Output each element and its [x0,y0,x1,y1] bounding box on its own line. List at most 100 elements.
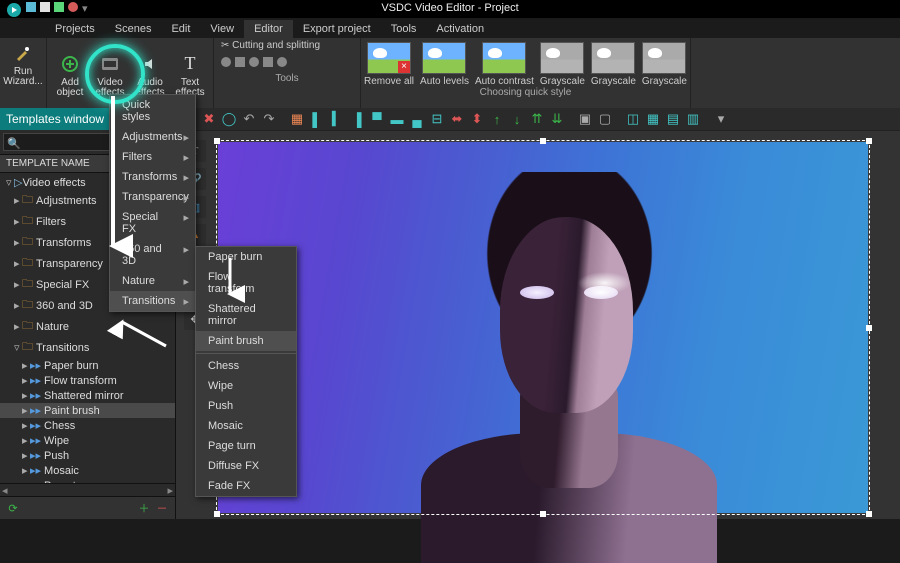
tb-grid-icon[interactable]: ▦ [644,110,662,128]
menu-item[interactable]: Filters▸ [110,147,195,167]
tree-node[interactable]: ▸▸▸Chess [0,418,175,433]
tb-delete-icon[interactable]: ✖ [200,110,218,128]
resize-handle[interactable] [866,138,872,144]
tool-icon[interactable] [263,57,273,67]
tb-align-top-icon[interactable]: ▀ [368,110,386,128]
tb-guides-icon[interactable]: ▤ [664,110,682,128]
tab-tools[interactable]: Tools [381,20,427,38]
tb-front-icon[interactable]: ⇈ [528,110,546,128]
style-grayscale-2[interactable]: Grayscale [591,42,636,87]
menu-item[interactable]: Fade FX [196,476,296,496]
menu-item[interactable]: Flow transform [196,267,296,299]
resize-handle[interactable] [866,511,872,517]
menu-item[interactable]: Paper burn [196,247,296,267]
resize-handle[interactable] [540,511,546,517]
tree-node[interactable]: ▸🗀Nature [0,316,175,337]
tool-icon[interactable] [249,57,259,67]
tb-align-left-icon[interactable]: ▌ [308,110,326,128]
style-auto-levels[interactable]: Auto levels [420,42,469,87]
tb-distribute-icon[interactable]: ⊟ [428,110,446,128]
menu-item[interactable]: Adjustments▸ [110,127,195,147]
refresh-button[interactable]: ⟳ [4,499,22,517]
style-grayscale-1[interactable]: Grayscale [540,42,585,87]
tb-snap-icon[interactable]: ▥ [684,110,702,128]
menu-item[interactable]: Chess [196,356,296,376]
tb-group-icon[interactable]: ▣ [576,110,594,128]
tree-node[interactable]: ▸▸▸Flow transform [0,373,175,388]
resize-handle[interactable] [214,138,220,144]
tool-icon[interactable] [235,57,245,67]
tab-export[interactable]: Export project [293,20,381,38]
add-object-button[interactable]: Add object [50,51,90,98]
menubar: Projects Scenes Edit View Editor Export … [0,18,900,38]
tb-align-mid-icon[interactable]: ▬ [388,110,406,128]
selection-frame[interactable] [216,140,870,515]
tb-ungroup-icon[interactable]: ▢ [596,110,614,128]
menu-item[interactable]: Paint brush [196,331,296,351]
menu-item[interactable]: Page turn [196,436,296,456]
tool-icon[interactable] [221,57,231,67]
tree-node[interactable]: ▸▸▸Push [0,448,175,463]
tab-projects[interactable]: Projects [45,20,105,38]
tb-undo-icon[interactable]: ↶ [240,110,258,128]
remove-template-button[interactable]: － [153,499,171,517]
tb-align-right-icon[interactable]: ▐ [348,110,366,128]
resize-handle[interactable] [540,138,546,144]
resize-handle[interactable] [214,511,220,517]
menu-item[interactable]: 360 and 3D▸ [110,239,195,271]
menu-item[interactable]: Wipe [196,376,296,396]
resize-handle[interactable] [866,325,872,331]
search-icon[interactable]: 🔍 [7,137,21,150]
menu-item[interactable]: Diffuse FX [196,456,296,476]
tb-crop-icon[interactable]: ◫ [624,110,642,128]
menu-item[interactable]: Special FX▸ [110,207,195,239]
tab-edit[interactable]: Edit [161,20,200,38]
style-thumb-icon [591,42,635,74]
tree-node[interactable]: ▿🗀Transitions [0,337,175,358]
tab-editor[interactable]: Editor [244,20,293,38]
tab-view[interactable]: View [200,20,244,38]
scroll-right-icon[interactable]: ▸ [165,484,175,496]
canvas[interactable] [216,140,870,515]
tb-redo-icon[interactable]: ↷ [260,110,278,128]
tab-activation[interactable]: Activation [426,20,494,38]
tab-scenes[interactable]: Scenes [105,20,162,38]
tree-node[interactable]: ▸▸▸Wipe [0,433,175,448]
scroll-left-icon[interactable]: ◂ [0,484,10,496]
menu-item[interactable]: Transparency▸ [110,187,195,207]
style-auto-contrast[interactable]: Auto contrast [475,42,534,87]
video-effects-icon [97,51,123,77]
menu-item[interactable]: Push [196,396,296,416]
video-effects-menu[interactable]: Quick stylesAdjustments▸Filters▸Transfor… [109,94,196,312]
style-remove-all[interactable]: ×Remove all [364,42,414,87]
menu-item[interactable]: Nature▸ [110,271,195,291]
video-effects-button[interactable]: Video effects [90,51,130,98]
tb-align-bottom-icon[interactable]: ▄ [408,110,426,128]
tb-back-icon[interactable]: ⇊ [548,110,566,128]
audio-effects-button[interactable]: Audio effects [130,51,170,98]
transitions-submenu[interactable]: Paper burnFlow transformShattered mirror… [195,246,297,497]
menu-item[interactable]: Transitions▸ [110,291,195,311]
menu-item[interactable]: Quick styles [110,95,195,127]
tb-settings-icon[interactable]: ▾ [712,110,730,128]
tb-stretch-h-icon[interactable]: ⬌ [448,110,466,128]
tb-stretch-v-icon[interactable]: ⬍ [468,110,486,128]
tb-select-icon[interactable]: ▦ [288,110,306,128]
add-template-button[interactable]: ＋ [135,499,153,517]
tb-up-icon[interactable]: ↑ [488,110,506,128]
menu-item[interactable]: Transforms▸ [110,167,195,187]
tree-node[interactable]: ▸▸▸Paint brush [0,403,175,418]
tool-icon[interactable] [277,57,287,67]
text-effects-button[interactable]: T Text effects [170,51,210,98]
menu-item[interactable]: Mosaic [196,416,296,436]
tb-circle-icon[interactable]: ◯ [220,110,238,128]
tree-node[interactable]: ▸▸▸Shattered mirror [0,388,175,403]
run-wizard-button[interactable]: Run Wizard... [3,40,43,87]
tree-node[interactable]: ▸▸▸Mosaic [0,463,175,478]
tb-align-center-icon[interactable]: ▍ [328,110,346,128]
tb-down-icon[interactable]: ↓ [508,110,526,128]
h-scrollbar[interactable]: ◂ ▸ [0,483,175,496]
tree-node[interactable]: ▸▸▸Paper burn [0,358,175,373]
menu-item[interactable]: Shattered mirror [196,299,296,331]
style-grayscale-3[interactable]: Grayscale [642,42,687,87]
